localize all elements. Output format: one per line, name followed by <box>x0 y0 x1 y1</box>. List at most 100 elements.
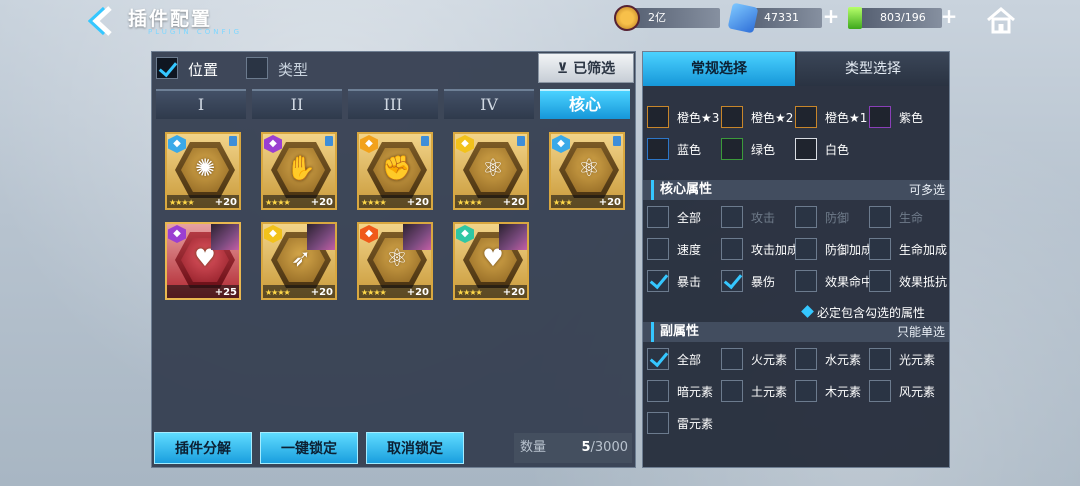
tab-slot-4[interactable]: IV <box>444 89 534 119</box>
color-option[interactable]: 蓝色 <box>647 138 719 160</box>
core-attr-option[interactable]: 攻击 <box>721 206 793 228</box>
element-icon: ◆ <box>264 225 282 243</box>
core-attr-option[interactable]: 速度 <box>647 238 719 260</box>
plugin-level: +25 <box>214 287 237 298</box>
core-attr-option[interactable]: 暴伤 <box>721 270 793 292</box>
option-label: 风元素 <box>899 385 936 399</box>
plugin-card[interactable]: ♥ ◆ +25 <box>165 222 241 300</box>
unlock-button[interactable]: 取消锁定 <box>366 432 464 464</box>
color-option[interactable]: 绿色 <box>721 138 793 160</box>
sub-attr-option[interactable]: 木元素 <box>795 380 867 402</box>
diamond-icon <box>801 305 814 318</box>
checkbox[interactable] <box>647 270 669 292</box>
plugin-level: +20 <box>406 197 429 208</box>
add-crystal-icon[interactable]: + <box>822 6 840 26</box>
option-label: 火元素 <box>751 353 788 367</box>
checkbox[interactable] <box>647 348 669 370</box>
decompose-button[interactable]: 插件分解 <box>154 432 252 464</box>
lock-all-button[interactable]: 一键锁定 <box>260 432 358 464</box>
position-checkbox[interactable] <box>156 57 178 79</box>
star-rating: ★★★ <box>553 198 572 207</box>
option-label: 暗元素 <box>677 385 714 399</box>
plugin-card[interactable]: ♥ ◆ ★★★★ +20 <box>453 222 529 300</box>
checkbox[interactable] <box>721 348 743 370</box>
sub-attr-option[interactable]: 风元素 <box>869 380 941 402</box>
color-option[interactable]: 橙色★2 <box>721 106 793 128</box>
lock-icon <box>613 136 621 146</box>
filtered-button[interactable]: ⊻ 已筛选 <box>538 53 634 83</box>
checkbox[interactable] <box>647 238 669 260</box>
element-icon: ◆ <box>456 225 474 243</box>
gold-counter: 2亿 <box>614 5 720 31</box>
tab-core[interactable]: 核心 <box>540 89 630 119</box>
color-swatch <box>869 106 891 128</box>
gold-coin-icon <box>614 5 640 31</box>
sub-attr-option[interactable]: 雷元素 <box>647 412 719 434</box>
bottom-action-bar: 插件分解 一键锁定 取消锁定 数量 5/3000 <box>152 430 635 468</box>
checkbox[interactable] <box>721 270 743 292</box>
sub-attr-option[interactable]: 土元素 <box>721 380 793 402</box>
checkbox[interactable] <box>869 380 891 402</box>
require-checked-toggle[interactable]: 必定包含勾选的属性 <box>801 304 925 321</box>
core-attr-title: 核心属性 <box>651 180 712 200</box>
checkbox[interactable] <box>795 206 817 228</box>
core-attr-option[interactable]: 生命加成 <box>869 238 947 260</box>
color-option[interactable]: 橙色★3 <box>647 106 719 128</box>
plugin-card[interactable]: ⚛ ◆ ★★★★ +20 <box>357 222 433 300</box>
option-label: 全部 <box>677 353 702 367</box>
sub-attr-option[interactable]: 全部 <box>647 348 719 370</box>
plugin-card[interactable]: ✊ ◆ ★★★★ +20 <box>357 132 433 210</box>
home-icon[interactable] <box>986 6 1016 34</box>
option-label: 攻击加成 <box>751 243 800 257</box>
core-attr-option[interactable]: 防御 <box>795 206 867 228</box>
checkbox[interactable] <box>869 206 891 228</box>
checkbox[interactable] <box>721 380 743 402</box>
core-attr-option[interactable]: 效果命中 <box>795 270 873 292</box>
sub-attr-option[interactable]: 水元素 <box>795 348 867 370</box>
color-label: 橙色★3 <box>677 111 720 125</box>
checkbox[interactable] <box>721 206 743 228</box>
plugin-card[interactable]: ✺ ◆ ★★★★ +20 <box>165 132 241 210</box>
checkbox[interactable] <box>869 348 891 370</box>
plugin-card[interactable]: ⚛ ◆ ★★★★ +20 <box>453 132 529 210</box>
option-label: 防御 <box>825 211 850 225</box>
checkbox[interactable] <box>647 206 669 228</box>
tab-slot-3[interactable]: III <box>348 89 438 119</box>
color-label: 橙色★2 <box>751 111 794 125</box>
back-chevron-icon[interactable] <box>88 6 116 36</box>
checkbox[interactable] <box>647 380 669 402</box>
sub-attr-option[interactable]: 火元素 <box>721 348 793 370</box>
checkbox[interactable] <box>721 238 743 260</box>
checkbox[interactable] <box>795 380 817 402</box>
color-option[interactable]: 橙色★1 <box>795 106 867 128</box>
core-attr-option[interactable]: 防御加成 <box>795 238 873 260</box>
core-attr-option[interactable]: 生命 <box>869 206 941 228</box>
character-portrait <box>307 224 335 250</box>
type-checkbox[interactable] <box>246 57 268 79</box>
plugin-card[interactable]: ⚛ ◆ ★★★ +20 <box>549 132 625 210</box>
add-energy-icon[interactable]: + <box>940 6 958 26</box>
option-label: 生命 <box>899 211 924 225</box>
plugin-emblem-icon: ✺ <box>194 154 216 182</box>
core-attr-option[interactable]: 暴击 <box>647 270 719 292</box>
core-attr-option[interactable]: 效果抵抗 <box>869 270 947 292</box>
plugin-card[interactable]: ➶ ◆ ★★★★ +20 <box>261 222 337 300</box>
checkbox[interactable] <box>647 412 669 434</box>
sub-attr-option[interactable]: 暗元素 <box>647 380 719 402</box>
checkbox[interactable] <box>869 270 891 292</box>
color-option[interactable]: 紫色 <box>869 106 941 128</box>
checkbox[interactable] <box>795 270 817 292</box>
tab-regular-select[interactable]: 常规选择 <box>643 52 795 86</box>
color-option[interactable]: 白色 <box>795 138 867 160</box>
checkbox[interactable] <box>869 238 891 260</box>
checkbox[interactable] <box>795 238 817 260</box>
color-label: 橙色★1 <box>825 111 868 125</box>
core-attr-option[interactable]: 全部 <box>647 206 719 228</box>
plugin-card[interactable]: ✋ ◆ ★★★★ +20 <box>261 132 337 210</box>
tab-slot-2[interactable]: II <box>252 89 342 119</box>
tab-slot-1[interactable]: I <box>156 89 246 119</box>
sub-attr-option[interactable]: 光元素 <box>869 348 941 370</box>
checkbox[interactable] <box>795 348 817 370</box>
tab-type-select[interactable]: 类型选择 <box>797 52 949 86</box>
core-attr-option[interactable]: 攻击加成 <box>721 238 799 260</box>
